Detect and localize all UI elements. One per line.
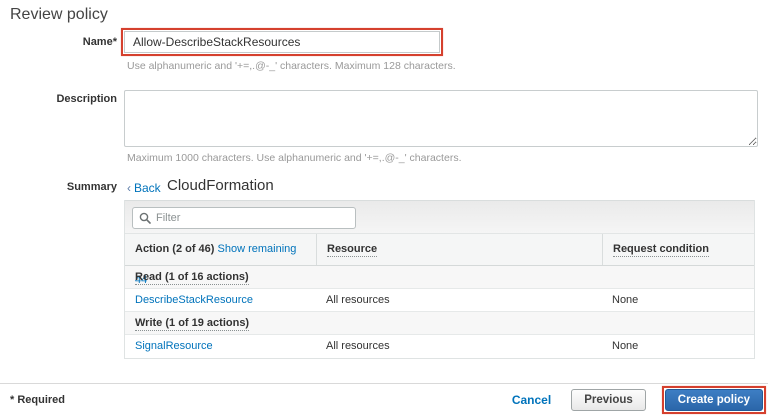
policy-name-input[interactable]: [124, 31, 440, 53]
chevron-left-icon: ‹: [127, 181, 131, 195]
action-link-describe-stack-resource[interactable]: DescribeStackResource: [135, 294, 253, 306]
condition-cell: None: [612, 294, 638, 306]
table-row: SignalResource All resources None: [125, 335, 754, 358]
group-row-write: Write (1 of 19 actions): [125, 312, 754, 335]
create-policy-button[interactable]: Create policy: [665, 389, 763, 411]
filter-input[interactable]: [156, 212, 349, 224]
table-header-row: Action (2 of 46) Show remaining 44 Resou…: [125, 234, 754, 266]
policy-description-textarea[interactable]: [124, 90, 758, 147]
filter-input-wrap[interactable]: [132, 207, 356, 229]
write-group-label: Write (1 of 19 actions): [135, 317, 249, 331]
description-label: Description: [0, 93, 117, 105]
back-link-label: Back: [134, 181, 161, 195]
name-helper-text: Use alphanumeric and '+=,.@-_' character…: [127, 60, 456, 72]
create-policy-highlight: Create policy: [662, 386, 766, 414]
cancel-link[interactable]: Cancel: [512, 393, 551, 407]
resource-cell: All resources: [326, 294, 390, 306]
resource-header-label: Resource: [327, 243, 377, 257]
search-icon: [139, 212, 151, 224]
table-row: DescribeStackResource All resources None: [125, 289, 754, 312]
group-row-read: Read (1 of 16 actions): [125, 266, 754, 289]
column-header-request-condition: Request condition: [602, 234, 754, 265]
name-field-highlight: [121, 28, 443, 56]
action-link-signal-resource[interactable]: SignalResource: [135, 340, 213, 352]
footer-action-bar: * Required Cancel Previous Create policy: [0, 383, 768, 415]
resource-cell: All resources: [326, 340, 390, 352]
service-name-heading: CloudFormation: [167, 177, 274, 194]
read-group-label: Read (1 of 16 actions): [135, 271, 249, 285]
request-condition-header-label: Request condition: [613, 243, 709, 257]
column-header-resource: Resource: [316, 234, 602, 265]
previous-button[interactable]: Previous: [571, 389, 646, 411]
summary-label: Summary: [0, 181, 117, 193]
action-count-label: Action (2 of 46): [135, 243, 214, 255]
required-note: * Required: [10, 394, 65, 406]
description-helper-text: Maximum 1000 characters. Use alphanumeri…: [127, 152, 461, 164]
policy-summary-table: Action (2 of 46) Show remaining 44 Resou…: [124, 200, 755, 359]
name-label: Name*: [0, 36, 117, 48]
page-title: Review policy: [10, 6, 108, 24]
condition-cell: None: [612, 340, 638, 352]
table-filter-band: [125, 200, 754, 234]
column-header-action: Action (2 of 46) Show remaining 44: [125, 234, 316, 265]
back-link[interactable]: ‹Back: [127, 181, 161, 195]
footer-actions: Cancel Previous Create policy: [512, 386, 766, 414]
review-policy-page: Review policy Name* Use alphanumeric and…: [0, 0, 768, 415]
